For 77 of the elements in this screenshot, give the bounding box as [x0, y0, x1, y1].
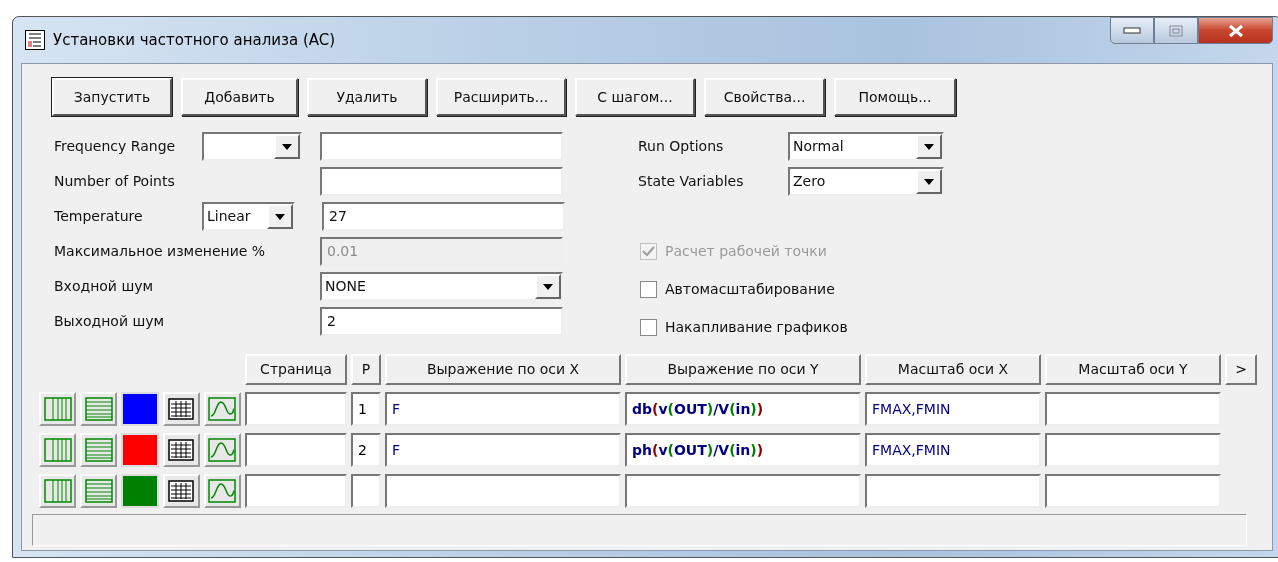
column-header: Выражение по оси Y	[625, 354, 861, 385]
checkbox[interactable]	[640, 281, 657, 298]
table-icon[interactable]	[162, 474, 200, 508]
checkbox-label: Расчет рабочей точки	[665, 242, 827, 261]
minimize-button[interactable]	[1110, 17, 1154, 44]
maximize-icon	[1169, 24, 1183, 37]
field-label: Максимальное изменение %	[54, 243, 266, 259]
vertical-grid-icon[interactable]	[39, 392, 77, 426]
table-cell[interactable]	[625, 474, 861, 508]
dropdown[interactable]: Zero	[788, 167, 944, 196]
horizontal-grid-icon[interactable]	[80, 392, 118, 426]
table-icon[interactable]	[162, 433, 200, 467]
field-label: Входной шум	[54, 278, 154, 294]
waveform-icon[interactable]	[203, 474, 241, 508]
table-cell[interactable]	[1045, 392, 1221, 426]
table-cell[interactable]: db(v(OUT)/V(in))	[625, 392, 861, 426]
dropdown[interactable]: NONE	[320, 272, 563, 301]
dropdown[interactable]: Linear	[202, 202, 295, 231]
waveform-icon[interactable]	[203, 433, 241, 467]
toolbar-button[interactable]: Удалить	[307, 78, 427, 116]
table-cell[interactable]	[351, 474, 381, 508]
app-icon	[25, 30, 45, 50]
field-label: State Variables	[638, 173, 744, 189]
checkbox-label: Накапливание графиков	[665, 318, 848, 337]
color-swatch[interactable]	[121, 474, 159, 508]
checkbox-label: Автомасштабирование	[665, 280, 835, 299]
table-cell[interactable]	[245, 433, 347, 467]
table-cell[interactable]: 2	[351, 433, 381, 467]
column-header: Масштаб оси Y	[1045, 354, 1221, 385]
toolbar-button[interactable]: Помощь...	[834, 78, 956, 116]
field-label: Run Options	[638, 138, 724, 154]
close-icon	[1227, 23, 1244, 38]
toolbar-button[interactable]: С шагом...	[575, 78, 695, 116]
vertical-grid-icon[interactable]	[39, 433, 77, 467]
color-swatch[interactable]	[121, 433, 159, 467]
color-swatch[interactable]	[121, 392, 159, 426]
field-label: Temperature	[54, 208, 143, 224]
table-cell[interactable]: FMAX,FMIN	[865, 392, 1041, 426]
toolbar-button[interactable]: Запустить	[52, 78, 172, 116]
table-cell[interactable]	[245, 474, 347, 508]
column-header: P	[351, 354, 381, 385]
minimize-icon	[1123, 26, 1141, 35]
table-cell[interactable]: F	[385, 392, 621, 426]
toolbar-button[interactable]: Добавить	[181, 78, 298, 116]
field-label: Выходной шум	[54, 313, 165, 329]
field-label: Frequency Range	[54, 138, 176, 154]
text-field[interactable]: 2	[320, 307, 563, 336]
text-field[interactable]: 27	[322, 202, 565, 231]
table-cell[interactable]: ph(v(OUT)/V(in))	[625, 433, 861, 467]
horizontal-grid-icon[interactable]	[80, 433, 118, 467]
dropdown[interactable]	[202, 132, 302, 161]
table-cell[interactable]	[385, 474, 621, 508]
table-cell[interactable]: FMAX,FMIN	[865, 433, 1041, 467]
close-button[interactable]	[1198, 17, 1273, 44]
toolbar-button[interactable]: Расширить...	[436, 78, 566, 116]
text-field[interactable]	[320, 132, 563, 161]
field-label: Number of Points	[54, 173, 175, 189]
column-header: Страница	[245, 354, 347, 385]
horizontal-grid-icon[interactable]	[80, 474, 118, 508]
waveform-icon[interactable]	[203, 392, 241, 426]
column-header: Выражение по оси X	[385, 354, 621, 385]
table-cell[interactable]	[1045, 474, 1221, 508]
checkbox[interactable]	[640, 319, 657, 336]
maximize-button[interactable]	[1154, 17, 1198, 44]
table-cell[interactable]	[865, 474, 1041, 508]
table-cell[interactable]: 1	[351, 392, 381, 426]
vertical-grid-icon[interactable]	[39, 474, 77, 508]
toolbar-button[interactable]: Свойства...	[704, 78, 825, 116]
column-header: Масштаб оси X	[865, 354, 1041, 385]
table-icon[interactable]	[162, 392, 200, 426]
text-field[interactable]	[320, 167, 563, 196]
window-title: Установки частотного анализа (AC)	[53, 29, 336, 51]
more-columns-button[interactable]: >	[1225, 354, 1257, 385]
dropdown[interactable]: Normal	[788, 132, 944, 161]
table-cell[interactable]	[245, 392, 347, 426]
table-cell[interactable]: F	[385, 433, 621, 467]
table-cell[interactable]	[1045, 433, 1221, 467]
